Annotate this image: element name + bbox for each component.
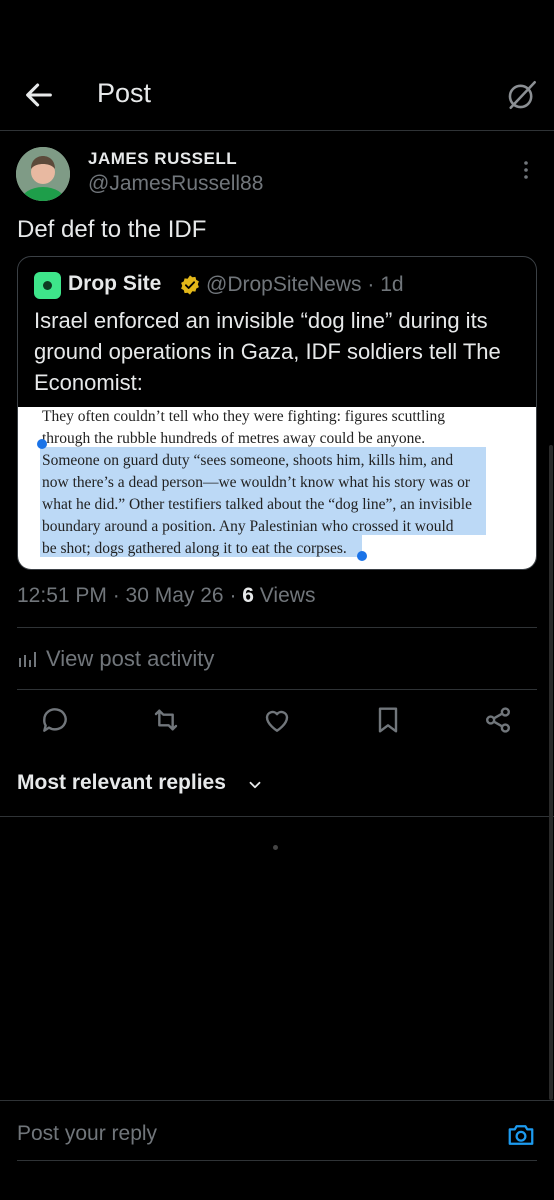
share-icon [486, 707, 510, 733]
camera-button[interactable] [506, 1120, 536, 1150]
divider [0, 1100, 554, 1101]
like-button[interactable] [261, 704, 293, 736]
image-text-line: now there’s a dead person—we wouldn’t kn… [42, 474, 471, 491]
grok-button[interactable] [505, 78, 539, 112]
scrollbar[interactable] [549, 445, 553, 1100]
avatar[interactable] [16, 147, 70, 201]
divider [17, 1160, 537, 1161]
author-handle[interactable]: @JamesRussell88 [88, 172, 263, 196]
repost-icon [154, 709, 178, 731]
more-options-button[interactable] [516, 159, 536, 181]
divider [17, 689, 537, 690]
top-bar [0, 0, 554, 131]
divider [17, 627, 537, 628]
loading-indicator [273, 845, 278, 850]
image-text-line: through the rubble hundreds of metres aw… [42, 430, 426, 447]
share-button[interactable] [482, 704, 514, 736]
reply-input[interactable]: Post your reply [17, 1122, 157, 1146]
camera-icon [508, 1125, 534, 1145]
arrow-left-icon [26, 83, 52, 107]
quoted-author-handle: @DropSiteNews · 1d [206, 273, 404, 296]
post-text: Def def to the IDF [17, 216, 207, 243]
image-text-line: what he did.” Other testifiers talked ab… [42, 496, 472, 513]
verified-badge-icon [179, 274, 201, 296]
image-text-line: Someone on guard duty “sees someone, sho… [42, 452, 454, 469]
views-label: Views [253, 584, 316, 607]
dropsite-logo [34, 272, 61, 299]
view-post-activity-link[interactable]: View post activity [46, 646, 214, 672]
chevron-down-icon[interactable] [246, 776, 264, 794]
more-vertical-icon [524, 161, 528, 179]
selection-start-handle[interactable] [37, 439, 47, 449]
reply-icon [43, 708, 67, 732]
image-text-line: boundary around a position. Any Palestin… [42, 518, 454, 535]
divider [0, 816, 554, 817]
repost-button[interactable] [150, 704, 182, 736]
page-title: Post [97, 78, 152, 108]
bar-chart-icon [18, 649, 38, 669]
image-text-line: be shot; dogs gathered along it to eat t… [42, 540, 347, 557]
quoted-post[interactable]: Drop Site @DropSiteNews · 1d Israel enfo… [17, 256, 537, 570]
replies-sort-button[interactable]: Most relevant replies [17, 771, 226, 795]
bookmark-button[interactable] [372, 704, 404, 736]
like-icon [265, 710, 289, 732]
quoted-author-name: Drop Site [68, 272, 162, 295]
avatar-image [16, 147, 70, 201]
post-timestamp: 12:51 PM · 30 May 26 · 6 Views [17, 584, 315, 608]
grok-icon [508, 80, 537, 110]
timestamp-text: 12:51 PM · 30 May 26 · [17, 584, 243, 607]
bookmark-icon [378, 707, 398, 733]
selection-end-handle[interactable] [357, 551, 367, 561]
back-button[interactable] [22, 78, 56, 112]
views-count: 6 [242, 584, 254, 607]
quoted-post-image[interactable]: They often couldn’t tell who they were f… [18, 407, 536, 569]
quoted-post-text: Israel enforced an invisible “dog line” … [34, 308, 501, 395]
reply-button[interactable] [39, 704, 71, 736]
author-name[interactable]: JAMES RUSSELL [88, 149, 237, 169]
image-text-line: They often couldn’t tell who they were f… [42, 408, 446, 425]
